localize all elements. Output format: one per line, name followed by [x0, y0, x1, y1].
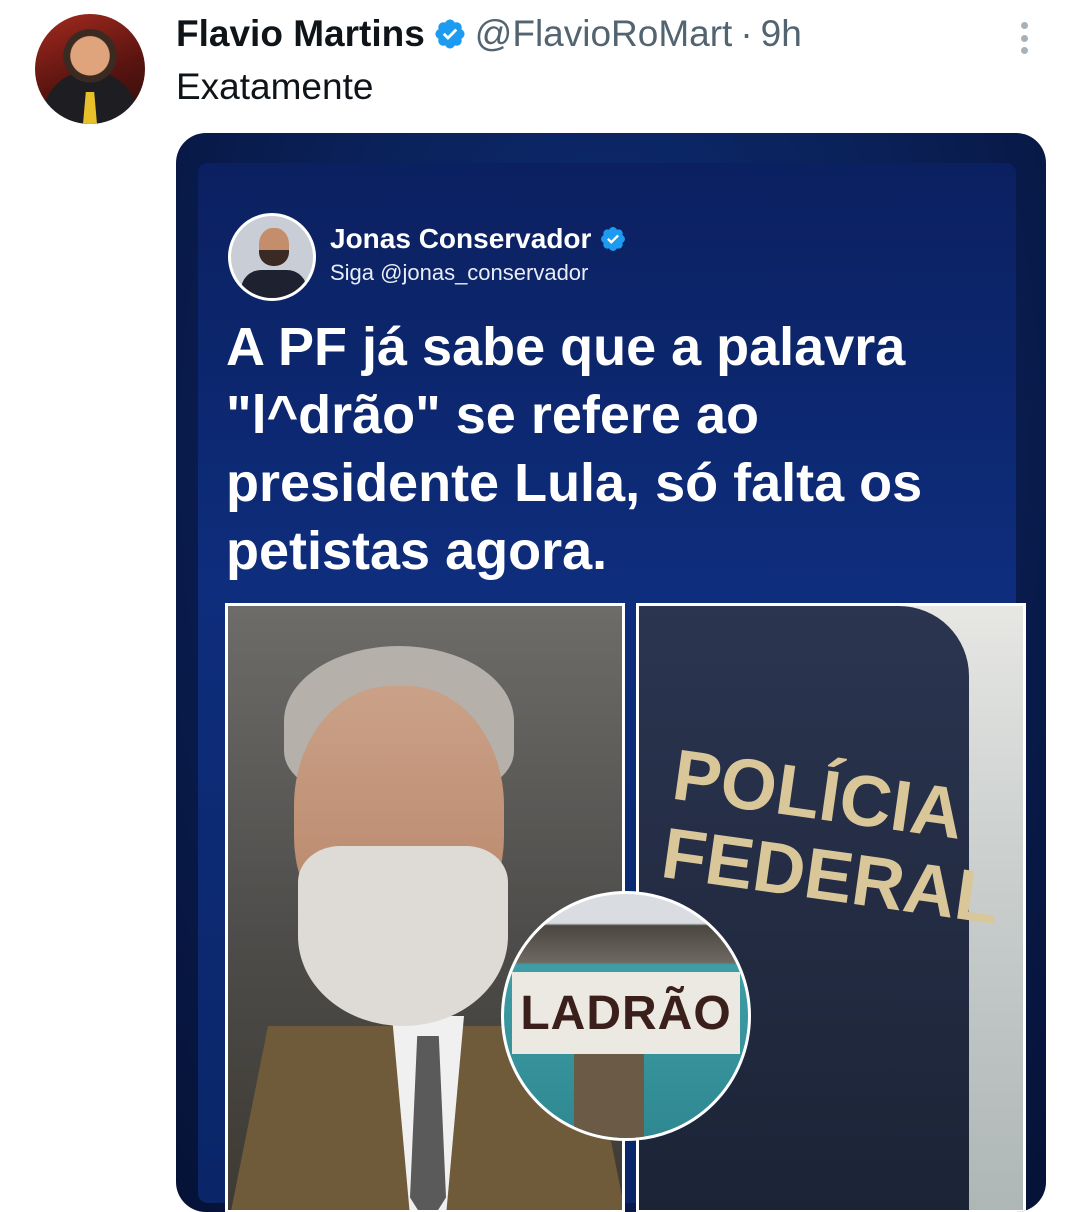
ladrao-inset-photo: LADRÃO — [501, 891, 751, 1141]
embedded-author-subtitle: Siga @jonas_conservador — [330, 260, 589, 285]
more-vertical-icon[interactable] — [1014, 18, 1034, 58]
embedded-author-avatar — [228, 213, 316, 301]
tweet-header: Flavio Martins @FlavioRoMart · 9h — [176, 10, 802, 58]
author-name[interactable]: Flavio Martins — [176, 13, 425, 55]
verified-badge-icon — [435, 19, 465, 49]
photo-policia-federal: POLÍCIA FEDERAL — [636, 603, 1026, 1212]
ladrao-sign: LADRÃO — [512, 972, 740, 1054]
avatar-tie-detail — [83, 92, 97, 124]
tweet-text: Exatamente — [176, 66, 374, 107]
post-time[interactable]: 9h — [761, 13, 802, 55]
tweet-media-image[interactable]: Jonas Conservador Siga @jonas_conservado… — [176, 133, 1046, 1212]
embedded-verified-badge-icon — [601, 227, 626, 251]
embedded-post-card: Jonas Conservador Siga @jonas_conservado… — [198, 163, 1026, 1212]
embedded-author-name: Jonas Conservador — [330, 223, 627, 255]
author-avatar[interactable] — [35, 14, 145, 124]
embedded-headline: A PF já sabe que a palavra "l^drão" se r… — [226, 317, 923, 581]
author-handle[interactable]: @FlavioRoMart — [475, 13, 733, 55]
separator-dot: · — [740, 13, 753, 54]
